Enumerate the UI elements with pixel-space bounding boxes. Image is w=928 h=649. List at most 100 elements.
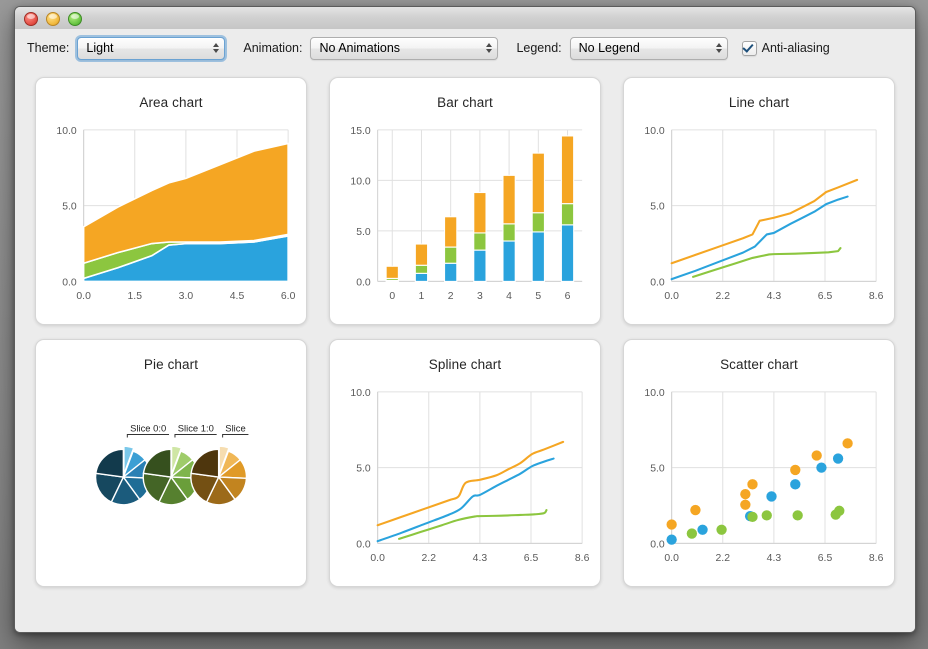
axis-tick-label: 0 (389, 291, 395, 302)
axis-tick-label: 10.0 (644, 388, 664, 399)
animation-select[interactable]: No Animations (310, 36, 499, 60)
axis-tick-label: 6.5 (818, 553, 833, 564)
chart-card-area[interactable]: Area chart 0.0 5.0 10.0 0.0 1.5 3.0 4.5 6.0 (35, 77, 307, 325)
axis-tick-label: 5.0 (356, 227, 371, 238)
scatter-point (792, 510, 803, 521)
axis-tick-label: 3 (477, 291, 483, 302)
pie-label-connector (222, 433, 249, 438)
scatter-point (811, 450, 822, 461)
bar-segment (443, 262, 458, 282)
axis-tick-label: 4.3 (767, 553, 782, 564)
scatter-point (747, 479, 758, 490)
scatter-point (716, 524, 727, 535)
chart-title: Scatter chart (720, 357, 798, 372)
bar-segment (502, 240, 516, 282)
theme-select[interactable]: Light (75, 34, 228, 62)
scatter-point (666, 519, 677, 530)
axis-tick-label: 4.5 (230, 291, 245, 302)
pie-slice-label: Slice 1:0 (178, 423, 214, 434)
bar-segment (385, 265, 399, 279)
axis-tick-label: 0.0 (370, 553, 385, 564)
chart-title: Line chart (728, 95, 790, 110)
axis-tick-label: 2.2 (716, 553, 731, 564)
chart-card-scatter[interactable]: Scatter chart 0.0 5.0 10.0 0.0 2.2 4.3 6.5 8.6 (623, 339, 895, 587)
chart-title: Spline chart (428, 357, 502, 372)
line-series (376, 440, 565, 527)
checkmark-icon[interactable] (741, 40, 757, 56)
window-titlebar[interactable] (15, 7, 915, 30)
theme-label: Theme: (27, 41, 70, 55)
axis-tick-label: 0.0 (650, 277, 665, 288)
pie-slice (190, 448, 220, 478)
window-content: Theme: Light Animation: No Animations Le… (15, 29, 915, 632)
axis-tick-label: 0.0 (650, 539, 665, 550)
zoom-button-icon[interactable] (68, 12, 82, 26)
bar-segment (531, 231, 545, 282)
line-series-group (376, 440, 565, 543)
bar-segment (414, 272, 429, 282)
axis-tick-label: 8.6 (869, 291, 884, 302)
bar-segment (531, 212, 545, 233)
line-chart-plot: 0.0 5.0 10.0 0.0 2.2 4.3 6.5 8.6 (624, 118, 894, 324)
chart-card-bar[interactable]: Bar chart 0.0 5.0 10.0 15.0 0 1 2 3 4 5 6 (329, 77, 601, 325)
axis-tick-label: 8.6 (575, 553, 590, 564)
pie-slice (142, 448, 172, 478)
scatter-point (686, 528, 698, 539)
antialiasing-checkbox[interactable]: Anti-aliasing (741, 40, 830, 56)
chevron-updown-icon (213, 43, 220, 53)
axis-tick-label: 8.6 (869, 553, 884, 564)
chart-card-line[interactable]: Line chart 0.0 5.0 10.0 0.0 2.2 4.3 6.5 8.6 (623, 77, 895, 325)
scatter-point (747, 511, 758, 523)
axis-tick-label: 0.0 (76, 291, 91, 302)
chevron-updown-icon (715, 43, 722, 53)
scatter-point (740, 499, 751, 510)
pie-label-connector (126, 433, 170, 438)
line-series (670, 178, 859, 265)
axis-tick-label: 6.5 (818, 291, 833, 302)
bar-segment (560, 224, 575, 282)
scatter-point (666, 534, 677, 545)
spline-chart-plot: 0.0 5.0 10.0 0.0 2.2 4.3 6.5 8.6 (330, 380, 600, 586)
legend-label: Legend: (516, 41, 562, 55)
scatter-point (740, 489, 751, 500)
legend-select[interactable]: No Legend (569, 36, 728, 60)
options-toolbar: Theme: Light Animation: No Animations Le… (15, 29, 915, 67)
close-button-icon[interactable] (24, 12, 38, 26)
axes: 0.0 5.0 10.0 0.0 2.2 4.3 6.5 8.6 (644, 388, 883, 564)
scatter-point (766, 491, 777, 502)
axis-tick-label: 0.0 (664, 553, 679, 564)
axis-tick-label: 4 (506, 291, 512, 302)
scatter-chart-plot: 0.0 5.0 10.0 0.0 2.2 4.3 6.5 8.6 (624, 380, 894, 586)
bar-chart-plot: 0.0 5.0 10.0 15.0 0 1 2 3 4 5 6 (330, 118, 600, 324)
axis-tick-label: 10.0 (56, 126, 76, 137)
pie-group: Slice 0:0 Slice 1:0 Slice (94, 423, 249, 506)
charts-grid: Area chart 0.0 5.0 10.0 0.0 1.5 3.0 4.5 6.0 Bar… (15, 67, 915, 632)
chart-card-pie[interactable]: Pie chart Slice 0:0 Slice 1:0 Slice (35, 339, 307, 587)
chart-title: Area chart (139, 95, 203, 110)
window-controls (24, 12, 82, 26)
bar-segment (560, 135, 575, 205)
axis-tick-label: 10.0 (350, 388, 370, 399)
pie-chart-plot: Slice 0:0 Slice 1:0 Slice (36, 380, 306, 586)
axes: 0.0 5.0 10.0 15.0 0 1 2 3 4 5 6 (350, 126, 583, 302)
bar-segment (414, 243, 429, 266)
bar-segment (414, 264, 429, 274)
scatter-point (690, 504, 701, 516)
chart-card-spline[interactable]: Spline chart 0.0 5.0 10.0 0.0 2.2 4.3 6.5 8.6 (329, 339, 601, 587)
bar-segment (473, 232, 487, 251)
axis-tick-label: 0.0 (356, 277, 371, 288)
line-series-group (670, 178, 859, 281)
axis-tick-label: 15.0 (350, 126, 370, 137)
axis-tick-label: 10.0 (644, 126, 664, 137)
line-series (670, 195, 849, 281)
line-series (376, 457, 555, 543)
legend-select-value: No Legend (578, 41, 640, 55)
axis-tick-label: 6 (565, 291, 571, 302)
theme-select-value: Light (86, 41, 114, 55)
scatter-point (697, 524, 708, 535)
axis-tick-label: 1.5 (128, 291, 143, 302)
pie-slice (95, 448, 125, 478)
pie-label-connector (174, 433, 217, 438)
axis-tick-label: 10.0 (350, 176, 370, 187)
minimize-button-icon[interactable] (46, 12, 60, 26)
